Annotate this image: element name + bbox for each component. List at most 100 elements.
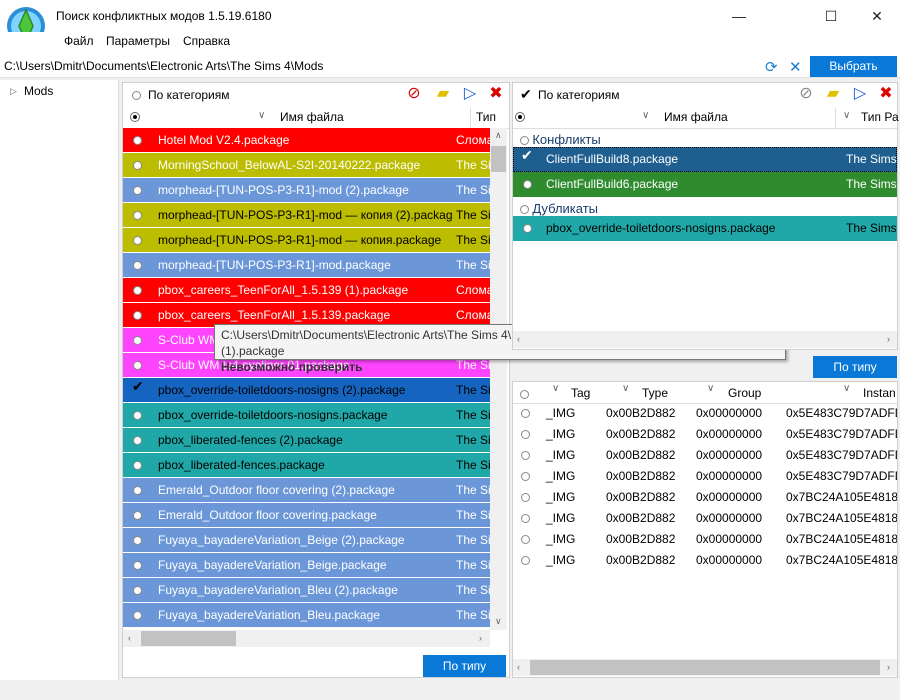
- left-file-row[interactable]: Emerald_Outdoor floor covering.package Th…: [123, 503, 490, 528]
- menu-help[interactable]: Справка: [183, 34, 230, 48]
- delete-icon[interactable]: ✖: [876, 84, 896, 104]
- right-row-2[interactable]: pbox_override-toiletdoors-nosigns.packag…: [513, 216, 897, 241]
- row-radio[interactable]: [133, 236, 142, 245]
- close-icon[interactable]: ✕: [789, 58, 802, 76]
- left-file-row[interactable]: pbox_careers_TeenForAll_1.5.139 (1).pack…: [123, 278, 490, 303]
- row-radio[interactable]: [521, 514, 530, 523]
- left-file-row[interactable]: Fuyaya_bayadereVariation_Beige (2).packa…: [123, 528, 490, 553]
- row-radio[interactable]: [523, 180, 532, 189]
- resource-row[interactable]: _IMG 0x00B2D882 0x00000000 0x5E483C79D7ADFD: [513, 403, 897, 424]
- left-file-row[interactable]: morphead-[TUN-POS-P3-R1]-mod (2).package…: [123, 178, 490, 203]
- left-file-row[interactable]: Emerald_Outdoor floor covering (2).packa…: [123, 478, 490, 503]
- refresh-icon[interactable]: ⟳: [765, 58, 778, 76]
- left-file-row[interactable]: Hotel Mod V2.4.package Слома: [123, 128, 490, 153]
- row-radio[interactable]: [133, 286, 142, 295]
- right-horizontal-scrollbar[interactable]: ‹ ›: [513, 331, 897, 348]
- minimize-button[interactable]: —: [716, 0, 762, 32]
- left-file-row[interactable]: Fuyaya_bayadereVariation_Bleu.package The…: [123, 603, 490, 628]
- sort-chevron-icon[interactable]: ∨: [843, 110, 850, 121]
- row-radio[interactable]: [133, 461, 142, 470]
- expand-chevron-icon[interactable]: ▷: [10, 86, 17, 97]
- close-window-button[interactable]: ✕: [854, 0, 900, 32]
- menu-file[interactable]: Файл: [64, 34, 94, 48]
- left-select-all-radio[interactable]: [130, 112, 140, 122]
- menu-settings[interactable]: Параметры: [106, 34, 170, 48]
- maximize-button[interactable]: ☐: [808, 0, 854, 32]
- resource-row[interactable]: _IMG 0x00B2D882 0x00000000 0x5E483C79D7ADFD: [513, 424, 897, 445]
- res-col-instance[interactable]: Instan: [863, 386, 896, 400]
- row-radio[interactable]: [133, 536, 142, 545]
- left-file-row[interactable]: pbox_liberated-fences (2).package The Si: [123, 428, 490, 453]
- left-file-row[interactable]: pbox_liberated-fences.package The Si: [123, 453, 490, 478]
- left-vertical-scrollbar[interactable]: ∧ ∨: [490, 128, 507, 630]
- row-radio[interactable]: [133, 436, 142, 445]
- left-sort-by-type-button[interactable]: По типу: [423, 655, 506, 677]
- sort-chevron-icon[interactable]: ∨: [642, 110, 649, 121]
- row-radio[interactable]: [133, 561, 142, 570]
- sort-chevron-icon[interactable]: ∨: [843, 383, 850, 394]
- row-radio[interactable]: [133, 611, 142, 620]
- left-file-row[interactable]: MorningSchool_BelowAL-S2I-20140222.packa…: [123, 153, 490, 178]
- row-radio[interactable]: [523, 224, 532, 233]
- left-file-row[interactable]: ✔ pbox_override-toiletdoors-nosigns (2).p…: [123, 378, 490, 403]
- row-radio[interactable]: [133, 511, 142, 520]
- res-col-type[interactable]: Type: [642, 386, 668, 400]
- right-select-all-radio[interactable]: [515, 112, 525, 122]
- row-radio[interactable]: [521, 409, 530, 418]
- row-radio[interactable]: [133, 411, 142, 420]
- row-radio[interactable]: [133, 486, 142, 495]
- left-file-row[interactable]: Fuyaya_bayadereVariation_Bleu (2).packag…: [123, 578, 490, 603]
- play-icon[interactable]: ▷: [460, 84, 480, 104]
- res-col-tag[interactable]: Tag: [571, 386, 590, 400]
- left-file-row[interactable]: Fuyaya_bayadereVariation_Beige.package Th…: [123, 553, 490, 578]
- group-duplicates[interactable]: Дубликаты: [520, 201, 598, 216]
- left-file-row[interactable]: morphead-[TUN-POS-P3-R1]-mod.package The …: [123, 253, 490, 278]
- left-horizontal-scrollbar[interactable]: ‹ ›: [123, 630, 490, 647]
- row-radio[interactable]: [133, 261, 142, 270]
- row-radio[interactable]: [521, 430, 530, 439]
- row-radio[interactable]: [133, 186, 142, 195]
- right-col-filename[interactable]: Имя файла: [664, 110, 728, 124]
- res-col-group[interactable]: Group: [728, 386, 761, 400]
- left-file-row[interactable]: morphead-[TUN-POS-P3-R1]-mod — копия (2)…: [123, 203, 490, 228]
- left-category-radio[interactable]: [132, 89, 141, 103]
- disabled-forbidden-icon[interactable]: ⊘: [796, 84, 816, 104]
- check-icon[interactable]: ✔: [520, 86, 532, 103]
- row-radio[interactable]: [133, 336, 142, 345]
- folder-icon[interactable]: ▰: [433, 84, 453, 104]
- row-radio[interactable]: [521, 451, 530, 460]
- forbidden-icon[interactable]: ⊘: [404, 84, 424, 104]
- resource-row[interactable]: _IMG 0x00B2D882 0x00000000 0x5E483C79D7ADFD: [513, 445, 897, 466]
- group-conflicts[interactable]: Конфликты: [520, 132, 601, 147]
- check-icon[interactable]: ✔: [521, 147, 533, 168]
- row-radio[interactable]: [133, 161, 142, 170]
- resource-row[interactable]: _IMG 0x00B2D882 0x00000000 0x7BC24A105E4818…: [513, 487, 897, 508]
- right-col-type[interactable]: Тип Ра: [861, 110, 899, 124]
- sort-chevron-icon[interactable]: ∨: [707, 383, 714, 394]
- row-radio[interactable]: [521, 535, 530, 544]
- resource-row[interactable]: _IMG 0x00B2D882 0x00000000 0x7BC24A105E4818…: [513, 508, 897, 529]
- right-sort-by-type-button[interactable]: По типу: [813, 356, 897, 378]
- row-radio[interactable]: [521, 556, 530, 565]
- resource-horizontal-scrollbar[interactable]: ‹ ›: [513, 659, 897, 676]
- resource-row[interactable]: _IMG 0x00B2D882 0x00000000 0x5E483C79D7ADFD: [513, 466, 897, 487]
- row-radio[interactable]: [521, 472, 530, 481]
- sort-chevron-icon[interactable]: ∨: [258, 110, 265, 121]
- resource-select-all-radio[interactable]: [520, 388, 529, 402]
- choose-folder-button[interactable]: Выбрать: [810, 56, 897, 77]
- left-file-row[interactable]: morphead-[TUN-POS-P3-R1]-mod — копия.pac…: [123, 228, 490, 253]
- resource-row[interactable]: _IMG 0x00B2D882 0x00000000 0x7BC24A105E4818…: [513, 550, 897, 571]
- right-row-0[interactable]: ✔ ClientFullBuild8.package The Sims: [513, 147, 897, 172]
- tree-item-mods[interactable]: Mods: [24, 84, 53, 98]
- row-radio[interactable]: [133, 311, 142, 320]
- sort-chevron-icon[interactable]: ∨: [552, 383, 559, 394]
- folder-icon[interactable]: ▰: [823, 84, 843, 104]
- mods-path-field[interactable]: C:\Users\Dmitr\Documents\Electronic Arts…: [4, 59, 323, 73]
- row-radio[interactable]: [133, 361, 142, 370]
- left-file-row[interactable]: pbox_override-toiletdoors-nosigns.packag…: [123, 403, 490, 428]
- row-radio[interactable]: [521, 493, 530, 502]
- row-radio[interactable]: [133, 586, 142, 595]
- row-radio[interactable]: [133, 136, 142, 145]
- left-col-type[interactable]: Тип: [476, 110, 496, 124]
- resource-row[interactable]: _IMG 0x00B2D882 0x00000000 0x7BC24A105E4818…: [513, 529, 897, 550]
